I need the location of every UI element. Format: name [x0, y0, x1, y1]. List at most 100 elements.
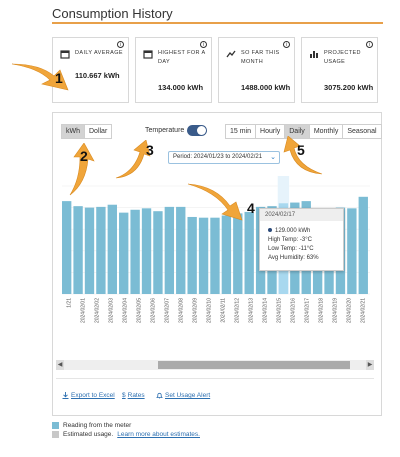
card-label: PROJECTED USAGE — [324, 50, 361, 65]
annotation-number: 1 — [55, 70, 63, 86]
x-tick-label: 2024/02/13 — [248, 298, 254, 323]
dollar-icon: $ — [122, 392, 126, 399]
tooltip-date: 2024/02/17 — [260, 209, 343, 221]
temperature-toggle[interactable] — [187, 125, 207, 136]
period-selector[interactable]: Period: 2024/01/23 to 2024/02/21 ⌄ — [168, 151, 280, 164]
scroll-right-icon[interactable]: ▶ — [366, 360, 374, 370]
interval-15min-button[interactable]: 15 min — [225, 124, 257, 139]
divider — [56, 378, 374, 379]
x-tick-label: 2024/02/10 — [206, 298, 212, 323]
x-tick-label: 2024/02/16 — [290, 298, 296, 323]
chart-bar[interactable] — [176, 206, 186, 294]
card-so-far-month: i SO FAR THIS MONTH 1488.000 kWh — [218, 37, 295, 103]
tooltip-high-temp: High Temp: -3°C — [268, 237, 312, 243]
chart-bar[interactable] — [107, 204, 117, 294]
tooltip-value: 129.000 kWh — [275, 228, 311, 234]
chart-bar[interactable] — [358, 196, 368, 294]
card-value: 134.000 kWh — [158, 83, 204, 93]
card-label: DAILY AVERAGE — [75, 50, 123, 56]
chart-bar[interactable] — [164, 206, 175, 294]
temperature-label: Temperature — [145, 127, 185, 134]
x-tick-label: 2024/02/04 — [122, 298, 128, 323]
x-tick-label: 2024/02/02 — [94, 298, 100, 323]
bell-icon — [156, 392, 163, 399]
x-tick-label: 2024/02/17 — [304, 298, 310, 323]
card-value: 3075.200 kWh — [324, 83, 374, 93]
chart-bar[interactable] — [84, 207, 95, 294]
interval-seasonal-button[interactable]: Seasonal — [343, 124, 382, 139]
x-tick-label: 2024/02/12 — [234, 298, 240, 323]
unit-dollar-button[interactable]: Dollar — [85, 124, 113, 139]
legend-swatch — [52, 422, 59, 429]
info-icon[interactable]: i — [366, 41, 373, 48]
card-highest-day: i HIGHEST FOR A DAY 134.000 kWh — [135, 37, 212, 103]
tooltip-humidity: Avg Humidity: 63% — [268, 255, 319, 261]
period-text: Period: 2024/01/23 to 2024/02/21 — [173, 154, 263, 160]
scrollbar-thumb[interactable] — [158, 361, 350, 369]
x-tick-label: 2024/02/05 — [136, 298, 142, 323]
bar-chart-icon — [310, 51, 318, 58]
card-label: HIGHEST FOR A DAY — [158, 50, 206, 65]
unit-kwh-button[interactable]: kWh — [61, 124, 85, 139]
chart-bar[interactable] — [141, 208, 152, 294]
chart-bar[interactable] — [210, 217, 220, 294]
legend-swatch — [52, 431, 59, 438]
export-link[interactable]: Export to Excel — [62, 392, 115, 399]
x-tick-label: 2024/02/09 — [192, 298, 198, 323]
chart-bar[interactable] — [73, 206, 83, 294]
annotation-number: 4 — [247, 200, 255, 216]
chart-bar[interactable] — [233, 213, 243, 294]
chart-bar[interactable] — [198, 217, 209, 294]
chart-bar[interactable] — [221, 215, 232, 294]
card-label: SO FAR THIS MONTH — [241, 50, 280, 65]
x-tick-label: 2024/02/11 — [220, 298, 226, 323]
x-tick-label: 2024/02/18 — [318, 298, 324, 323]
chart-scrollbar[interactable]: ◀ ▶ — [56, 360, 374, 370]
toggle-knob — [197, 126, 206, 135]
tooltip-low-temp: Low Temp: -11°C — [268, 246, 314, 252]
x-tick-label: 2024/02/21 — [360, 298, 366, 323]
download-icon — [62, 392, 69, 399]
chart-bar[interactable] — [187, 216, 197, 294]
info-icon[interactable]: i — [283, 41, 290, 48]
x-tick-label: 2024/02/19 — [332, 298, 338, 323]
trend-icon — [226, 50, 236, 58]
annotation-number: 2 — [80, 148, 88, 164]
x-tick-label: 2024/02/08 — [178, 298, 184, 323]
unit-toggle-group: kWh Dollar — [61, 124, 113, 139]
calendar-icon — [143, 50, 153, 59]
x-tick-label: 2024/02/20 — [346, 298, 352, 323]
card-value: 110.667 kWh — [75, 71, 120, 80]
page-title: Consumption History — [52, 6, 173, 21]
chart-tooltip: 2024/02/17 129.000 kWh High Temp: -3°C L… — [259, 208, 344, 271]
chart-bar[interactable] — [130, 209, 140, 294]
x-tick-label: 2024/02/01 — [80, 298, 86, 323]
chart-bar[interactable] — [96, 206, 106, 294]
x-tick-label: 2024/02/03 — [108, 298, 114, 323]
usage-alert-link[interactable]: Set Usage Alert — [156, 392, 210, 399]
x-tick-label: 1/21 — [66, 298, 72, 308]
legend-estimated: Estimated usage. Learn more about estima… — [52, 431, 200, 438]
learn-more-link[interactable]: Learn more about estimates. — [117, 431, 200, 438]
annotation-arrow-4 — [187, 183, 243, 221]
info-icon[interactable]: i — [200, 41, 207, 48]
chart-bar[interactable] — [119, 212, 129, 294]
title-underline — [52, 22, 383, 24]
info-icon[interactable]: i — [117, 41, 124, 48]
chart-bar[interactable] — [62, 201, 72, 294]
annotation-number: 5 — [297, 142, 305, 158]
scroll-left-icon[interactable]: ◀ — [56, 360, 64, 370]
card-value: 1488.000 kWh — [241, 83, 291, 93]
x-tick-label: 2024/02/14 — [262, 298, 268, 323]
series-dot-icon — [268, 228, 272, 232]
annotation-number: 3 — [146, 142, 154, 158]
x-tick-label: 2024/02/15 — [276, 298, 282, 323]
card-projected-usage: i PROJECTED USAGE 3075.200 kWh — [301, 37, 378, 103]
rates-link[interactable]: $ Rates — [122, 392, 145, 399]
x-tick-label: 2024/02/06 — [150, 298, 156, 323]
x-tick-label: 2024/02/07 — [164, 298, 170, 323]
chart-bar[interactable] — [244, 211, 254, 294]
chart-bar[interactable] — [153, 211, 163, 294]
chart-bar[interactable] — [347, 208, 357, 294]
legend-reading: Reading from the meter — [52, 422, 131, 429]
